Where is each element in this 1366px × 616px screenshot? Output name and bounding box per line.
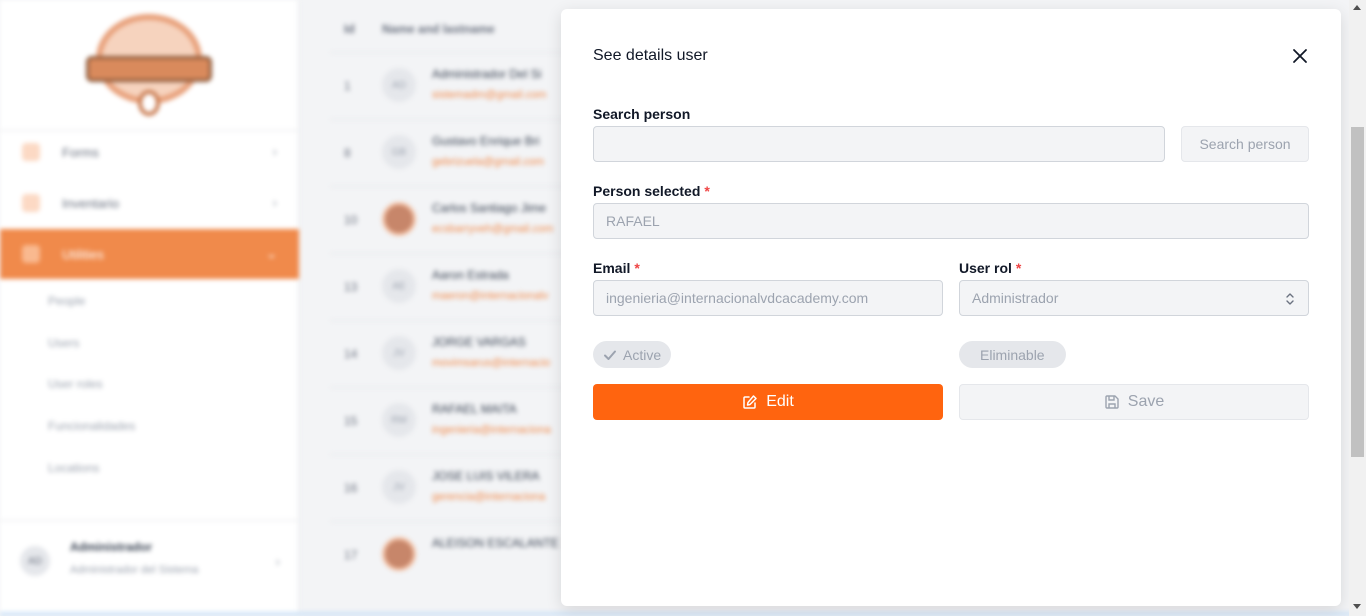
row-name: Administrador Del Si — [432, 67, 542, 81]
user-role-value: Administrador — [972, 290, 1059, 306]
avatar — [382, 202, 416, 236]
row-email: ecsbarryveh@gmail.com — [432, 223, 554, 235]
sidebar-subitem-users[interactable]: Users — [48, 336, 79, 350]
check-icon — [604, 350, 616, 360]
user-details-modal: See details user Search person Search pe… — [561, 9, 1341, 606]
app-logo — [86, 14, 212, 116]
avatar: JV — [382, 336, 416, 370]
search-person-button[interactable]: Search person — [1181, 126, 1309, 162]
sidebar-item-inventario[interactable]: Inventario › — [0, 178, 299, 228]
bottom-bar — [0, 612, 1366, 616]
close-button[interactable] — [1289, 45, 1311, 67]
row-email: gebrizuela@gmail.com — [432, 156, 545, 168]
email-field[interactable]: ingenieria@internacionalvdcacademy.com — [593, 280, 943, 316]
close-icon — [1293, 49, 1307, 63]
column-header-id[interactable]: Id — [344, 22, 355, 36]
row-name: Gustavo Enrique Bri — [432, 134, 540, 148]
row-name: RAFAEL MAITA — [432, 402, 517, 416]
eliminable-label: Eliminable — [980, 346, 1045, 363]
save-icon — [1105, 395, 1119, 409]
select-caret-icon — [1286, 293, 1294, 305]
save-button-label: Save — [1127, 393, 1165, 410]
row-id: 14 — [344, 347, 358, 361]
required-mark: * — [634, 260, 640, 276]
sidebar-item-label: Inventario — [62, 195, 120, 211]
row-email: gerencia@internaciona — [432, 491, 546, 503]
chevron-right-icon: › — [275, 554, 280, 569]
box-icon — [22, 194, 40, 212]
search-person-label: Search person — [593, 106, 691, 122]
active-toggle[interactable]: Active — [593, 341, 672, 368]
avatar: GB — [382, 135, 416, 169]
sidebar-item-forms[interactable]: Forms › — [0, 127, 299, 177]
user-role-label-text: User rol — [959, 260, 1012, 276]
modal-title: See details user — [593, 47, 708, 64]
sidebar-item-utilities[interactable]: Utilities ⌄ — [0, 229, 299, 279]
tools-icon — [22, 245, 40, 263]
eliminable-toggle[interactable]: Eliminable — [959, 341, 1066, 368]
row-id: 10 — [344, 213, 358, 227]
user-name: Administrador — [70, 540, 153, 554]
scrollbar-thumb[interactable] — [1351, 127, 1364, 457]
form-icon — [22, 143, 40, 161]
sidebar-subitem-locations[interactable]: Locations — [48, 461, 99, 475]
avatar — [382, 537, 416, 571]
row-email: maeron@internacionalv — [432, 290, 549, 302]
row-id: 15 — [344, 414, 358, 428]
person-selected-label: Person selected * — [593, 183, 710, 199]
edit-icon — [743, 395, 757, 409]
row-id: 13 — [344, 280, 358, 294]
sidebar-divider — [0, 520, 299, 521]
required-mark: * — [1015, 260, 1022, 276]
current-user-card[interactable]: AD Administrador Administrador del Siste… — [20, 538, 290, 588]
chevron-down-icon: ⌄ — [266, 246, 277, 261]
sidebar-subitem-people[interactable]: People — [48, 294, 85, 308]
email-label: Email * — [593, 260, 640, 276]
avatar: RM — [382, 403, 416, 437]
row-id: 8 — [344, 146, 351, 160]
edit-button[interactable]: Edit — [593, 384, 943, 420]
sidebar-subitem-funcionalidades[interactable]: Funcionalidades — [48, 419, 135, 433]
person-selected-label-text: Person selected — [593, 183, 701, 199]
avatar: AD — [20, 546, 50, 576]
row-name: Aaron Estrada — [432, 268, 509, 282]
row-name: ALEISON ESCALANTE — [432, 536, 559, 550]
column-header-name[interactable]: Name and lastname — [382, 22, 495, 36]
active-label: Active — [623, 346, 662, 363]
avatar: AD — [382, 68, 416, 102]
sidebar-item-label: Utilities — [62, 246, 104, 262]
row-name: JORGE VARGAS — [432, 335, 526, 349]
avatar: AE — [382, 269, 416, 303]
sidebar-subitem-user-roles[interactable]: User roles — [48, 377, 103, 391]
row-name: Carlos Santiago Jime — [432, 201, 547, 215]
required-mark: * — [704, 183, 710, 199]
row-id: 17 — [344, 548, 358, 562]
edit-button-label: Edit — [766, 393, 794, 410]
user-role: Administrador del Sistema — [70, 564, 199, 576]
email-label-text: Email — [593, 260, 631, 276]
row-email: sistemadm@gmail.com — [432, 89, 547, 101]
scroll-up-arrow-icon[interactable] — [1353, 5, 1361, 10]
user-role-select[interactable]: Administrador — [959, 280, 1309, 316]
chevron-right-icon: › — [272, 195, 277, 210]
row-email: ingenieria@internaciona — [432, 424, 551, 436]
row-email: movimsarus@internacio — [432, 357, 551, 369]
scroll-down-arrow-icon[interactable] — [1353, 604, 1361, 609]
row-id: 1 — [344, 79, 351, 93]
user-role-label: User rol * — [959, 260, 1021, 276]
search-person-input[interactable] — [593, 126, 1165, 162]
page-scrollbar[interactable] — [1349, 0, 1366, 616]
sidebar: Forms › Inventario › Utilities ⌄ People … — [0, 0, 299, 616]
chevron-right-icon: › — [272, 144, 277, 159]
sidebar-item-label: Forms — [62, 144, 99, 160]
row-name: JOSE LUIS VILERA — [432, 469, 540, 483]
save-button[interactable]: Save — [959, 384, 1309, 420]
avatar: JV — [382, 470, 416, 504]
person-selected-field[interactable]: RAFAEL — [593, 203, 1309, 239]
row-id: 16 — [344, 481, 358, 495]
